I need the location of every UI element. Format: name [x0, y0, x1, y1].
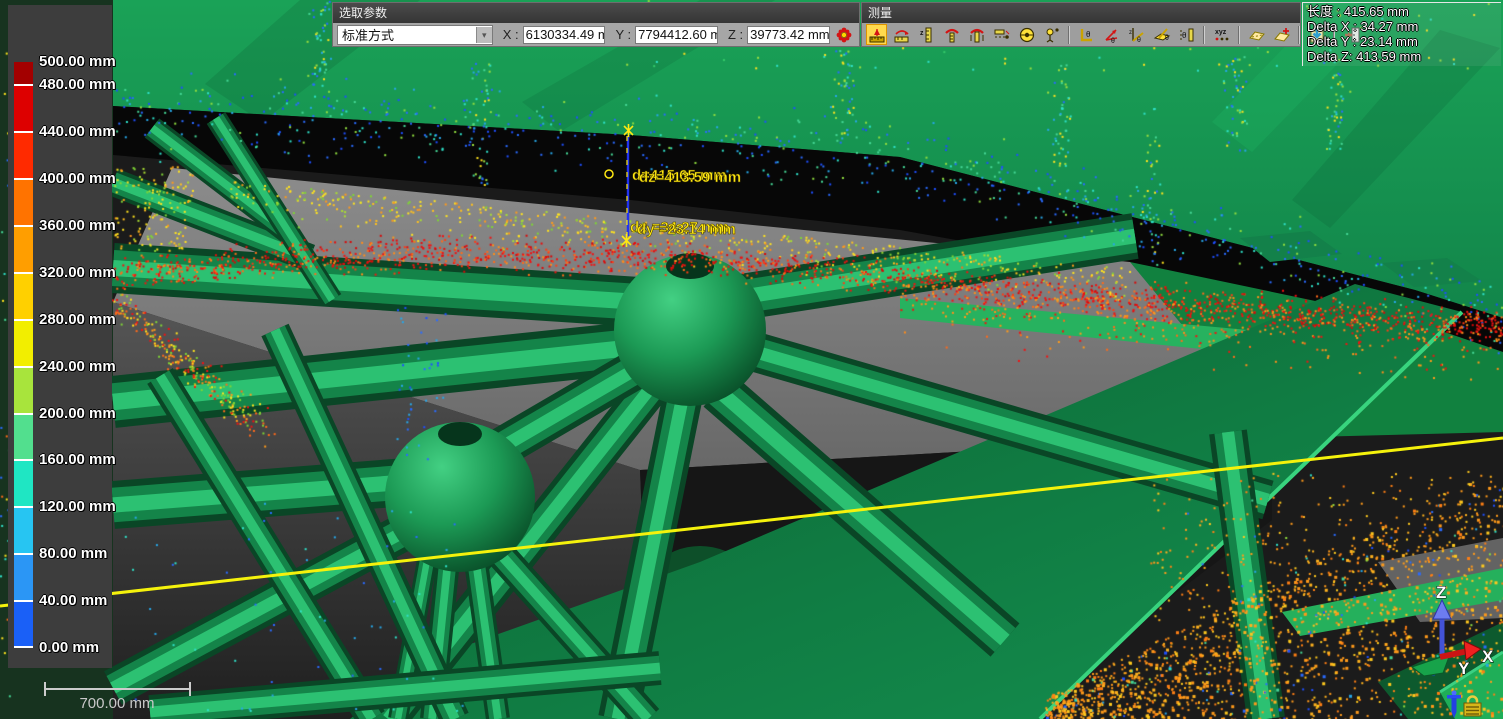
y-coordinate-field[interactable]: 7794412.60 mm: [635, 26, 718, 44]
colorbar-label: 160.00 mm: [39, 451, 116, 468]
measure-angle-icon[interactable]: θ: [1076, 24, 1097, 45]
measurement-info-box: 长度 : 415.65 mm Delta X : 34.27 mm Delta …: [1302, 2, 1501, 66]
measure-xyz-point-icon[interactable]: xyz: [1211, 24, 1232, 45]
svg-text:θ: θ: [1086, 30, 1091, 39]
delta-z-readout: Delta Z: 413.59 mm: [1307, 49, 1501, 64]
measure-title: 测量: [862, 3, 1300, 23]
colorbar-segment: [14, 367, 33, 414]
toolbar-separator: [1238, 26, 1240, 44]
colorbar-label: 360.00 mm: [39, 217, 116, 234]
measure-ruler-angle-icon[interactable]: θ: [1176, 24, 1197, 45]
measure-point-probe-icon[interactable]: [1041, 24, 1062, 45]
colorbar-label: 240.00 mm: [39, 358, 116, 375]
measure-circle-icon[interactable]: [1016, 24, 1037, 45]
colorbar-segment: [14, 132, 33, 179]
colorbar-segment: [14, 507, 33, 554]
length-readout: 长度 : 415.65 mm: [1307, 4, 1501, 19]
colorbar-segment: [14, 320, 33, 367]
x-coordinate-field[interactable]: 6130334.49 mm: [523, 26, 606, 44]
application-window: d=415.65 mm dz=413.59 mm dx =34.27 mm dy…: [0, 0, 1503, 719]
measure-outer-diameter-icon[interactable]: [966, 24, 987, 45]
deviation-colorbar-panel: 500.00 mm480.00 mm440.00 mm400.00 mm360.…: [8, 5, 112, 668]
selection-mode-dropdown[interactable]: 标准方式 ▾: [337, 25, 493, 45]
colorbar-label: 400.00 mm: [39, 170, 116, 187]
colorbar-segment: [14, 62, 33, 85]
colorbar-label: 320.00 mm: [39, 264, 116, 281]
measure-plane-angle-icon[interactable]: θ: [1151, 24, 1172, 45]
selection-parameters-title: 选取参数: [333, 3, 859, 23]
colorbar-label: 440.00 mm: [39, 123, 116, 140]
z-coordinate-field[interactable]: 39773.42 mm: [747, 26, 830, 44]
colorbar-segment: [14, 226, 33, 273]
measure-panel: 测量 zθθθzθθxyz: [861, 2, 1301, 47]
measure-inner-diameter-icon[interactable]: [941, 24, 962, 45]
selection-mode-value: 标准方式: [338, 25, 476, 44]
svg-text:z: z: [1129, 30, 1132, 36]
svg-text:θ: θ: [1165, 35, 1169, 42]
colorbar-label: 480.00 mm: [39, 76, 116, 93]
colorbar-label: 80.00 mm: [39, 545, 107, 562]
measure-free-distance-icon[interactable]: [891, 24, 912, 45]
colorbar-gradient: [14, 62, 33, 648]
toolbar-separator: [1068, 26, 1070, 44]
colorbar-segment: [14, 273, 33, 320]
toolbar-separator: [1298, 26, 1300, 44]
svg-text:θ: θ: [1111, 38, 1115, 44]
colorbar-label: 40.00 mm: [39, 592, 107, 609]
chevron-down-icon[interactable]: ▾: [476, 27, 492, 43]
x-coordinate-label: X :: [503, 27, 519, 42]
measure-distance-icon[interactable]: [866, 24, 887, 45]
svg-text:xyz: xyz: [1215, 29, 1227, 36]
measure-z-height-icon[interactable]: z: [916, 24, 937, 45]
colorbar-segment: [14, 554, 33, 601]
colorbar-segment: [14, 601, 33, 648]
delta-x-readout: Delta X : 34.27 mm: [1307, 19, 1501, 34]
colorbar-label: 280.00 mm: [39, 311, 116, 328]
measure-z-angle-icon[interactable]: θz: [1126, 24, 1147, 45]
selection-parameters-panel: 选取参数 标准方式 ▾ X : 6130334.49 mm Y : 779441…: [332, 2, 860, 47]
colorbar-segment: [14, 85, 33, 132]
measure-vector-angle-icon[interactable]: θ: [1101, 24, 1122, 45]
colorbar-segment: [14, 179, 33, 226]
point-cloud-overlay: [0, 0, 1503, 719]
svg-text:θ: θ: [1182, 31, 1187, 40]
colorbar-segment: [14, 414, 33, 461]
y-coordinate-label: Y :: [615, 27, 631, 42]
colorbar-label: 120.00 mm: [39, 498, 116, 515]
svg-text:z: z: [920, 30, 924, 37]
svg-text:θ: θ: [1137, 37, 1141, 44]
toolbar-separator: [1203, 26, 1205, 44]
plane-icon[interactable]: [1246, 24, 1267, 45]
delta-y-readout: Delta Y : 23.14 mm: [1307, 34, 1501, 49]
z-coordinate-label: Z :: [728, 27, 743, 42]
measure-offset-icon[interactable]: [991, 24, 1012, 45]
colorbar-label: 500.00 mm: [39, 53, 116, 70]
colorbar-segment: [14, 460, 33, 507]
colorbar-label: 200.00 mm: [39, 404, 116, 421]
plane-add-icon[interactable]: [1271, 24, 1292, 45]
colorbar-label: 0.00 mm: [39, 639, 99, 656]
red-flower-pick-icon[interactable]: [834, 24, 855, 45]
